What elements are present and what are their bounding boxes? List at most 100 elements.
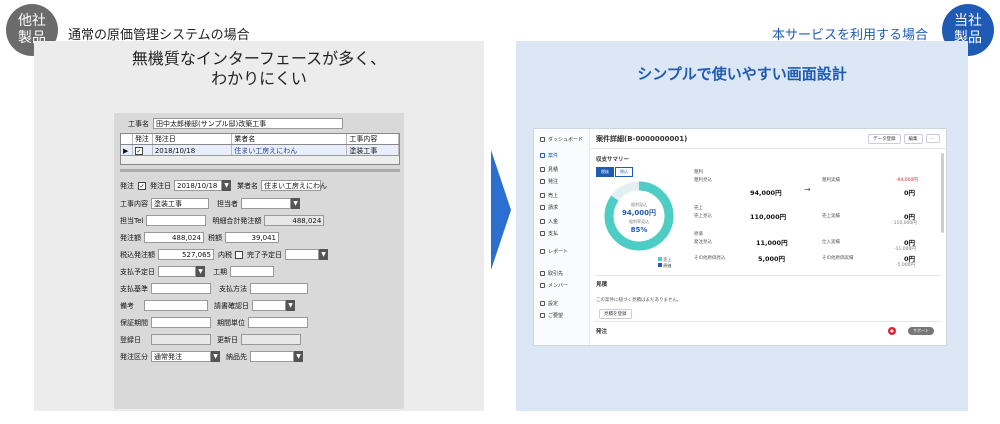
project-field[interactable]: 田中太郎様邸(サンプル邸)改築工事 <box>153 118 343 129</box>
staff-label: 担当者 <box>217 199 238 208</box>
tax-label: 税額 <box>208 233 222 242</box>
pay-basis-row: 支払基準 支払方法 <box>120 282 308 295</box>
done-date-field[interactable] <box>285 249 319 260</box>
cost-actual-label-1: 仕入実績 <box>822 240 840 245</box>
pay-method-field[interactable] <box>250 283 308 294</box>
data-register-button[interactable]: データ登録 <box>868 133 901 144</box>
chevron-down-icon[interactable]: ▼ <box>211 351 220 362</box>
cost-actual-note-2: -5,000円 <box>896 263 916 268</box>
sidebar-item-members[interactable]: メンバー <box>540 281 568 289</box>
sidebar-item-dashboard[interactable]: ダッシュボード <box>540 135 583 143</box>
warranty-field[interactable] <box>151 317 211 328</box>
cost-actual-label-2: その他原価実績 <box>822 256 854 261</box>
note-field[interactable] <box>144 300 208 311</box>
chevron-down-icon[interactable]: ▼ <box>294 351 303 362</box>
order-checkbox[interactable]: ✓ <box>138 181 146 190</box>
more-icon[interactable]: … <box>925 134 940 143</box>
pay-date-field[interactable] <box>158 266 196 277</box>
sidebar-item-settings[interactable]: 設定 <box>540 299 558 307</box>
tax-field[interactable]: 39,041 <box>225 232 279 243</box>
scrollbar[interactable] <box>941 153 944 233</box>
chevron-down-icon[interactable]: ▼ <box>291 198 300 209</box>
divider <box>594 321 942 322</box>
sidebar-item-label: 設定 <box>548 300 559 307</box>
upd-date-field <box>241 334 301 345</box>
app-screenshot: ダッシュボード 案件 見積 発注 売上 請求 入金 支払 レポート 取引先 メン… <box>533 128 947 346</box>
cost-label: 原価 <box>694 232 703 237</box>
order-type-field[interactable]: 通常発注 <box>151 351 211 362</box>
unit-field[interactable] <box>248 317 308 328</box>
add-estimate-button[interactable]: 見積を登録 <box>599 309 632 319</box>
support-button[interactable]: サポート <box>908 327 934 335</box>
profit-actual-label: 粗利実績 <box>822 178 840 183</box>
sidebar-item-clients[interactable]: 取引先 <box>540 269 563 277</box>
sidebar-item-orders[interactable]: 発注 <box>540 177 558 185</box>
grid-row-marker <box>121 134 133 144</box>
sidebar-item-projects[interactable]: 案件 <box>540 151 558 159</box>
order-label: 発注 <box>120 181 134 190</box>
notification-badge[interactable]: ● <box>888 327 896 335</box>
sales-sub-label: 売上見込 <box>694 214 712 219</box>
chevron-down-icon[interactable]: ▼ <box>286 300 295 311</box>
donut-label-2: 粗利率見込 <box>629 218 649 224</box>
pay-basis-field[interactable] <box>151 283 211 294</box>
sidebar-item-label: 発注 <box>548 178 559 185</box>
profit-actual-value-text: 0円 <box>904 189 916 197</box>
building-icon <box>540 270 545 276</box>
sidebar-item-deposits[interactable]: 入金 <box>540 217 558 225</box>
sidebar-item-payments[interactable]: 支払 <box>540 229 558 237</box>
cart-icon <box>540 178 545 184</box>
donut-percent: 85% <box>631 226 648 234</box>
tab-tax-included[interactable]: 税込 <box>615 167 633 177</box>
project-row: 工事名 田中太郎様邸(サンプル邸)改築工事 <box>128 117 343 130</box>
grid-header-order: 発注 <box>133 134 153 144</box>
grid-scrollbar[interactable] <box>121 155 399 164</box>
pay-basis-label: 支払基準 <box>120 284 148 293</box>
chart-icon <box>540 248 545 254</box>
amount-field[interactable]: 488,024 <box>144 232 204 243</box>
sidebar-item-label: 取引先 <box>548 270 564 277</box>
order-type-label: 発注区分 <box>120 352 148 361</box>
vendor-field[interactable]: 住まい工房えにわん <box>261 180 327 191</box>
sidebar-item-requests[interactable]: ご要望 <box>540 311 563 319</box>
order-date-field[interactable]: 2018/10/18 <box>174 180 222 191</box>
upd-date-label: 更新日 <box>217 335 238 344</box>
chevron-down-icon[interactable]: ▼ <box>319 249 328 260</box>
profit-value: 94,000円 <box>750 187 782 197</box>
invoice-icon <box>540 204 545 210</box>
tab-tax-excluded[interactable]: 税抜 <box>596 167 614 177</box>
work-field[interactable]: 塗装工事 <box>151 198 209 209</box>
work-row: 工事内容 塗装工事 担当者 ▼ <box>120 197 300 210</box>
profit-sub-label: 粗利見込 <box>694 178 712 183</box>
estimates-empty-text: この案件に紐づく見積はまだありません。 <box>596 298 682 303</box>
staff-field[interactable] <box>241 198 291 209</box>
confirm-date-field[interactable] <box>252 300 286 311</box>
sidebar-item-label: レポート <box>548 248 569 255</box>
legend-label: 原価 <box>663 263 672 268</box>
top-bar: 案件詳細(B-0000000001) データ登録 編集 … <box>590 129 946 149</box>
cost-actual-note-1: -11,000円 <box>894 247 916 252</box>
donut-value: 94,000円 <box>622 209 656 217</box>
period-field[interactable] <box>230 266 274 277</box>
sidebar-item-invoices[interactable]: 請求 <box>540 203 558 211</box>
users-icon <box>540 282 545 288</box>
page-title: 案件詳細(B-0000000001) <box>596 134 688 143</box>
legend-item-cost: 原価 <box>658 263 671 269</box>
chevron-down-icon[interactable]: ▼ <box>222 180 231 191</box>
done-date-label: 完了予定日 <box>247 250 282 259</box>
taxin-field[interactable]: 527,065 <box>158 249 214 260</box>
sidebar-item-estimates[interactable]: 見積 <box>540 165 558 173</box>
tel-field[interactable] <box>146 215 207 226</box>
pay-to-field[interactable] <box>250 351 294 362</box>
total-field: 488,024 <box>264 215 325 226</box>
amount-label: 発注額 <box>120 233 141 242</box>
sidebar-item-reports[interactable]: レポート <box>540 247 568 255</box>
reg-row: 登録日 更新日 <box>120 333 301 346</box>
order-grid[interactable]: 発注 発注日 業者名 工事内容 ▶ ✓ 2018/10/18 住まい工房えにわん… <box>120 133 400 165</box>
cost-value-2-text: 5,000円 <box>758 255 786 263</box>
edit-button[interactable]: 編集 <box>903 133 923 144</box>
inner-tax-checkbox[interactable] <box>235 250 243 259</box>
sidebar-item-sales[interactable]: 売上 <box>540 191 558 199</box>
chevron-down-icon[interactable]: ▼ <box>196 266 205 277</box>
total-label: 明細合計発注額 <box>212 216 262 225</box>
